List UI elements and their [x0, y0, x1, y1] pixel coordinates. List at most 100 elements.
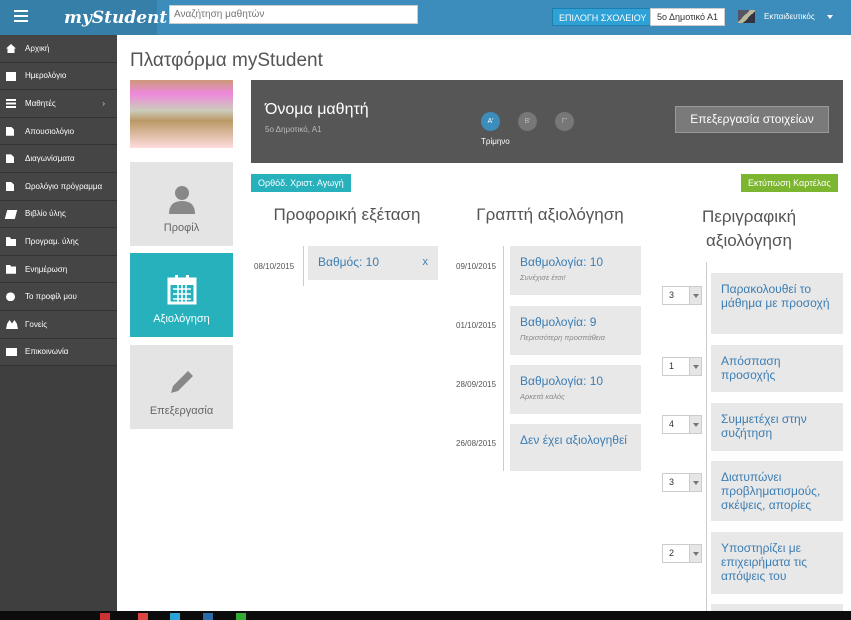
taskbar-app-icon[interactable] [203, 613, 213, 620]
home-icon [6, 44, 16, 53]
term-label: Τρίμηνο [481, 137, 510, 146]
chevron-down-icon[interactable] [827, 15, 833, 19]
sidebar-item-exams[interactable]: Διαγωνίσματα [0, 145, 117, 173]
written-grade: Βαθμολογία: 9 [520, 315, 597, 329]
user-name[interactable]: Εκπαιδευτικός [764, 12, 815, 21]
descriptive-card: Συμμετέχει στην συζήτηση [711, 403, 843, 451]
descriptive-card: Απόσπαση προσοχής [711, 345, 843, 392]
written-grade: Δεν έχει αξιολογηθεί [520, 433, 627, 447]
sidebar-item-label: Απουσιολόγιο [25, 126, 75, 136]
sidebar-item-contact[interactable]: Επικοινωνία [0, 338, 117, 367]
timeline-line [503, 246, 504, 471]
rating-select[interactable]: 4 [662, 415, 702, 434]
written-grade-card: Βαθμολογία: 10 Συνέχισε έτσι! [510, 246, 641, 295]
oral-date: 08/10/2015 [254, 262, 295, 271]
descriptive-card [711, 604, 843, 611]
sidebar-item-label: Επικοινωνία [25, 347, 69, 357]
avatar[interactable] [738, 10, 755, 23]
sidebar-item-label: Ενημέρωση [25, 264, 68, 274]
sidebar-item-news[interactable]: Ενημέρωση [0, 255, 117, 284]
sidebar-item-schedule[interactable]: Ωρολόγιο πρόγραμμα [0, 172, 117, 201]
rating-value: 4 [669, 419, 675, 429]
taskbar-app-icon[interactable] [170, 613, 180, 620]
rating-value: 3 [669, 477, 675, 487]
sidebar-item-students[interactable]: Μαθητές › [0, 90, 117, 118]
student-photo [130, 80, 233, 148]
written-grade: Βαθμολογία: 10 [520, 374, 604, 388]
chevron-down-icon[interactable] [689, 358, 701, 375]
sidebar-item-curriculum[interactable]: Προγραμ. ύλης [0, 228, 117, 256]
sidebar-item-absences[interactable]: Απουσιολόγιο [0, 117, 117, 146]
term-1-button[interactable]: Α' [481, 112, 500, 131]
sidebar: Αρχική Ημερολόγιο Μαθητές › Απουσιολόγιο … [0, 35, 117, 620]
edit-tile[interactable]: Επεξεργασία [130, 345, 233, 429]
sidebar-item-label: Διαγωνίσματα [25, 154, 75, 164]
descriptive-text: Διατυπώνει προβληματισμούς, σκέψεις, απο… [721, 470, 821, 512]
file-icon [6, 154, 14, 164]
rating-value: 3 [669, 290, 675, 300]
rating-select[interactable]: 1 [662, 357, 702, 376]
rating-value: 2 [669, 548, 675, 558]
rating-select[interactable]: 3 [662, 473, 702, 492]
sidebar-item-calendar[interactable]: Ημερολόγιο [0, 62, 117, 91]
close-icon[interactable]: x [423, 256, 429, 268]
calendar-icon [167, 275, 196, 305]
profile-tile[interactable]: Προφίλ [130, 162, 233, 246]
written-date: 09/10/2015 [456, 262, 497, 271]
edit-label: Επεξεργασία [149, 405, 214, 417]
rating-value: 1 [669, 361, 675, 371]
logo-area: myStudent [0, 0, 167, 35]
rating-select[interactable]: 2 [662, 544, 702, 563]
student-class: 5ο Δημοτικό, Α1 [265, 125, 322, 134]
chevron-down-icon[interactable] [689, 287, 701, 304]
print-card-button[interactable]: Εκτύπωση Καρτέλας [741, 174, 838, 192]
app-logo[interactable]: myStudent [64, 8, 167, 28]
evaluation-tile[interactable]: Αξιολόγηση [130, 253, 233, 337]
written-grade: Βαθμολογία: 10 [520, 255, 604, 269]
written-grade-card: Βαθμολογία: 9 Περισσότερη προσπάθεια [510, 306, 641, 355]
sidebar-item-label: Το προφίλ μου [25, 292, 77, 302]
descriptive-text: Απόσπαση προσοχής [721, 354, 781, 382]
sidebar-item-label: Αρχική [25, 43, 50, 53]
taskbar-app-icon[interactable] [138, 613, 148, 620]
search-input[interactable] [169, 5, 418, 24]
sidebar-item-label: Ημερολόγιο [25, 71, 67, 81]
taskbar-app-icon[interactable] [100, 613, 110, 620]
term-2-button[interactable]: Β' [518, 112, 537, 131]
written-note: Αρκετά καλός [520, 392, 565, 401]
descriptive-card: Υποστηρίζει με επιχειρήματα τις απόψεις … [711, 532, 843, 594]
folder-icon [6, 237, 16, 247]
page-title: Πλατφόρμα myStudent [130, 50, 323, 71]
sidebar-item-home[interactable]: Αρχική [0, 35, 117, 63]
written-note: Συνέχισε έτσι! [520, 273, 566, 282]
school-name[interactable]: 5ο Δημοτικό Α1 [650, 8, 726, 26]
descriptive-text: Παρακολουθεί το μάθημα με προσοχή [721, 282, 830, 310]
hamburger-menu-icon[interactable] [14, 10, 28, 22]
chevron-down-icon[interactable] [689, 416, 701, 433]
select-school-button[interactable]: ΕΠΙΛΟΓΗ ΣΧΟΛΕΙΟΥ [552, 8, 654, 26]
sidebar-item-parents[interactable]: Γονείς [0, 310, 117, 339]
chevron-right-icon: › [102, 99, 105, 109]
sidebar-item-label: Γονείς [25, 319, 48, 329]
written-date: 26/08/2015 [456, 439, 497, 448]
descriptive-eval-title: Περιγραφική αξιολόγηση [701, 207, 797, 250]
descriptive-card: Παρακολουθεί το μάθημα με προσοχή [711, 273, 843, 334]
chevron-down-icon[interactable] [689, 474, 701, 491]
book-icon [4, 209, 18, 219]
term-3-button[interactable]: Γ' [555, 112, 574, 131]
sidebar-item-label: Βιβλίο ύλης [25, 209, 66, 219]
sidebar-item-book[interactable]: Βιβλίο ύλης [0, 200, 117, 229]
taskbar-app-icon[interactable] [236, 613, 246, 620]
edit-details-button[interactable]: Επεξεργασία στοιχείων [675, 106, 829, 133]
written-date: 28/09/2015 [456, 380, 497, 389]
subject-tag[interactable]: Ορθόδ. Χριστ. Αγωγή [251, 174, 351, 192]
rating-select[interactable]: 3 [662, 286, 702, 305]
profile-label: Προφίλ [163, 222, 200, 234]
descriptive-text: Υποστηρίζει με επιχειρήματα τις απόψεις … [721, 541, 807, 583]
timeline-line [303, 246, 304, 286]
sidebar-item-my-profile[interactable]: Το προφίλ μου [0, 283, 117, 311]
file-icon [6, 181, 14, 191]
written-date: 01/10/2015 [456, 321, 497, 330]
student-header: Όνομα μαθητή 5ο Δημοτικό, Α1 Α' Β' Γ' Τρ… [251, 80, 843, 163]
chevron-down-icon[interactable] [689, 545, 701, 562]
